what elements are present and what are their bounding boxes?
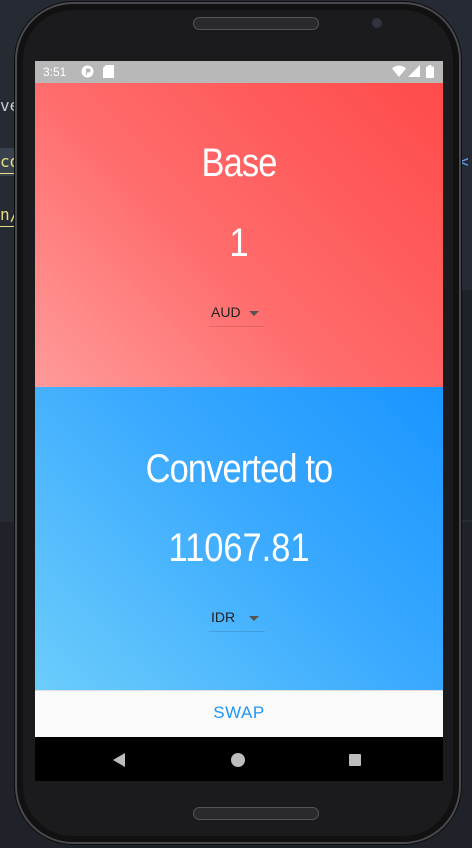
android-nav-bar: [35, 737, 443, 781]
converted-amount: 11067.81: [168, 526, 310, 570]
base-title: Base: [201, 141, 278, 185]
status-bar: 3:51: [35, 61, 443, 83]
swap-bar: SWAP: [35, 690, 443, 737]
home-icon[interactable]: [231, 753, 245, 767]
converted-title: Converted to: [145, 447, 334, 491]
device-screen: 3:51 Base 1 AUD Converted to 11067.81 ID…: [35, 61, 443, 781]
back-icon[interactable]: [113, 753, 125, 767]
bottom-speaker: [193, 807, 319, 820]
swap-button[interactable]: SWAP: [35, 703, 443, 723]
dropdown-arrow-icon: [249, 616, 259, 621]
status-time: 3:51: [43, 65, 67, 79]
front-camera: [372, 18, 382, 28]
base-currency-code: AUD: [211, 304, 241, 320]
dropdown-arrow-icon: [249, 311, 259, 316]
recents-icon[interactable]: [349, 754, 361, 766]
converted-panel: Converted to 11067.81 IDR: [35, 387, 443, 690]
base-panel: Base 1 AUD: [35, 83, 443, 387]
ide-underline: [0, 226, 14, 227]
base-amount[interactable]: 1: [64, 221, 415, 266]
converted-currency-code: IDR: [211, 609, 236, 625]
wifi-icon: [392, 65, 406, 80]
app-p-icon: [81, 65, 94, 81]
converted-currency-select[interactable]: IDR: [209, 606, 265, 632]
battery-icon: [426, 65, 434, 81]
base-currency-select[interactable]: AUD: [209, 301, 265, 327]
sd-card-icon: [103, 65, 114, 81]
top-speaker: [193, 17, 319, 30]
signal-icon: [408, 65, 420, 80]
ide-scroll-rail: [462, 290, 472, 520]
ide-underline: [0, 173, 14, 174]
